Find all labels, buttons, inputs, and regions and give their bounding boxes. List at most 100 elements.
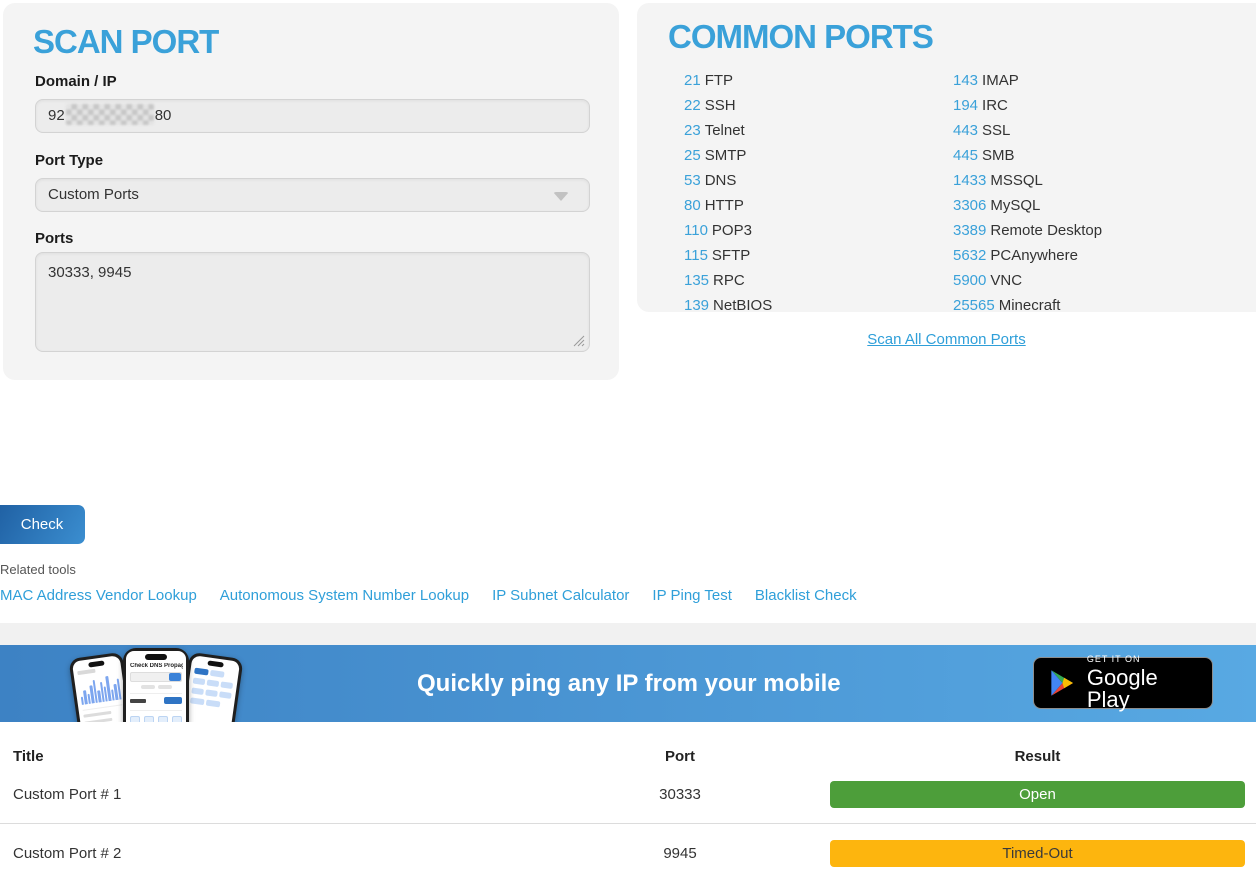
- port-number-link[interactable]: 5900: [953, 272, 986, 289]
- common-ports-list: 21FTP 22SSH 23Telnet 25SMTP 53DNS: [684, 68, 1253, 318]
- banner-headline: Quickly ping any IP from your mobile: [417, 670, 841, 698]
- port-type-selected-value: Custom Ports: [48, 186, 139, 203]
- common-port-item: 1433MSSQL: [953, 168, 1253, 193]
- result-port-cell: 30333: [530, 786, 830, 803]
- common-ports-panel: COMMON PORTS 21FTP 22SSH 23Telnet 25SMTP: [637, 3, 1256, 312]
- port-number-link[interactable]: 139: [684, 297, 709, 314]
- port-name: RPC: [713, 272, 745, 289]
- common-port-item: 5900VNC: [953, 268, 1253, 293]
- google-play-icon: [1048, 668, 1076, 698]
- common-port-item: 115SFTP: [684, 243, 953, 268]
- resize-handle-icon[interactable]: [573, 335, 585, 347]
- domain-ip-input[interactable]: 92 80: [35, 99, 590, 133]
- common-port-item: 3389Remote Desktop: [953, 218, 1253, 243]
- results-table: Title Port Result Custom Port # 1 30333 …: [0, 722, 1256, 882]
- related-tool-link[interactable]: MAC Address Vendor Lookup: [0, 587, 197, 604]
- header-port: Port: [530, 748, 830, 765]
- table-row: Custom Port # 1 30333 Open: [0, 765, 1256, 823]
- result-title-cell: Custom Port # 2: [0, 845, 530, 862]
- common-ports-title: COMMON PORTS: [668, 18, 933, 56]
- common-port-item: 143IMAP: [953, 68, 1253, 93]
- port-number-link[interactable]: 445: [953, 147, 978, 164]
- port-number-link[interactable]: 25565: [953, 297, 995, 314]
- ports-textarea[interactable]: 30333, 9945: [35, 252, 590, 352]
- common-port-item: 3306MySQL: [953, 193, 1253, 218]
- port-number-link[interactable]: 80: [684, 197, 701, 214]
- phone-mockup-center: Check DNS Propagation: [123, 648, 189, 722]
- port-number-link[interactable]: 1433: [953, 172, 986, 189]
- domain-value-suffix: 80: [155, 107, 172, 124]
- port-number-link[interactable]: 194: [953, 97, 978, 114]
- port-name: IMAP: [982, 72, 1019, 89]
- google-play-badge-bottom-text: Google Play: [1087, 667, 1198, 711]
- mini-search-field: [130, 672, 182, 682]
- port-name: Remote Desktop: [990, 222, 1102, 239]
- port-name: SSH: [705, 97, 736, 114]
- redacted-ip-segment: [66, 104, 154, 125]
- port-number-link[interactable]: 23: [684, 122, 701, 139]
- port-type-label: Port Type: [35, 152, 103, 169]
- section-divider-strip: [0, 623, 1256, 645]
- related-tools-label: Related tools: [0, 562, 76, 577]
- port-name: MySQL: [990, 197, 1040, 214]
- port-number-link[interactable]: 5632: [953, 247, 986, 264]
- related-tool-link[interactable]: IP Subnet Calculator: [492, 587, 629, 604]
- port-name: IRC: [982, 97, 1008, 114]
- scan-all-common-ports-link[interactable]: Scan All Common Ports: [867, 331, 1025, 348]
- port-name: SFTP: [712, 247, 750, 264]
- mini-form: [190, 668, 235, 709]
- common-port-item: 443SSL: [953, 118, 1253, 143]
- scan-all-wrapper: Scan All Common Ports: [637, 331, 1256, 349]
- port-number-link[interactable]: 135: [684, 272, 709, 289]
- domain-ip-label: Domain / IP: [35, 73, 117, 90]
- port-type-select[interactable]: Custom Ports: [35, 178, 590, 212]
- port-number-link[interactable]: 3306: [953, 197, 986, 214]
- common-port-item: 194IRC: [953, 93, 1253, 118]
- related-tools-nav: MAC Address Vendor Lookup Autonomous Sys…: [0, 587, 857, 604]
- google-play-badge-top-text: GET IT ON: [1087, 655, 1198, 664]
- port-name: PCAnywhere: [990, 247, 1078, 264]
- port-number-link[interactable]: 53: [684, 172, 701, 189]
- check-button[interactable]: Check: [0, 505, 85, 544]
- common-port-item: 135RPC: [684, 268, 953, 293]
- ports-value: 30333, 9945: [48, 264, 131, 281]
- port-number-link[interactable]: 143: [953, 72, 978, 89]
- header-title: Title: [0, 748, 530, 765]
- common-port-item: 25565Minecraft: [953, 293, 1253, 318]
- related-tool-link[interactable]: Blacklist Check: [755, 587, 857, 604]
- result-badge-cell: Timed-Out: [830, 840, 1256, 867]
- ports-label: Ports: [35, 230, 73, 247]
- result-badge-cell: Open: [830, 781, 1256, 808]
- port-number-link[interactable]: 21: [684, 72, 701, 89]
- status-badge: Timed-Out: [830, 840, 1245, 867]
- port-number-link[interactable]: 25: [684, 147, 701, 164]
- results-table-header: Title Port Result: [0, 722, 1256, 765]
- phone-mockups-image: Check DNS Propagation: [66, 645, 251, 722]
- common-port-item: 80HTTP: [684, 193, 953, 218]
- port-name: Minecraft: [999, 297, 1061, 314]
- common-port-item: 25SMTP: [684, 143, 953, 168]
- phone-screen-title: Check DNS Propagation: [130, 663, 183, 669]
- port-name: VNC: [990, 272, 1022, 289]
- port-number-link[interactable]: 115: [684, 247, 708, 264]
- port-number-link[interactable]: 3389: [953, 222, 986, 239]
- common-port-item: 110POP3: [684, 218, 953, 243]
- result-title-cell: Custom Port # 1: [0, 786, 530, 803]
- table-row: Custom Port # 2 9945 Timed-Out: [0, 823, 1256, 882]
- domain-value-prefix: 92: [48, 107, 65, 124]
- phone-notch: [145, 654, 167, 660]
- port-name: SMTP: [705, 147, 747, 164]
- status-badge: Open: [830, 781, 1245, 808]
- phone-screen: Check DNS Propagation: [126, 651, 186, 722]
- common-port-item: 139NetBIOS: [684, 293, 953, 318]
- port-number-link[interactable]: 110: [684, 222, 708, 239]
- port-number-link[interactable]: 22: [684, 97, 701, 114]
- port-number-link[interactable]: 443: [953, 122, 978, 139]
- related-tool-link[interactable]: IP Ping Test: [652, 587, 732, 604]
- common-port-item: 22SSH: [684, 93, 953, 118]
- phone-notch: [207, 660, 224, 667]
- related-tool-link[interactable]: Autonomous System Number Lookup: [220, 587, 469, 604]
- scan-port-panel: SCAN PORT Domain / IP 9280 Port Type Cus…: [3, 3, 619, 380]
- google-play-badge[interactable]: GET IT ON Google Play: [1033, 657, 1213, 709]
- port-name: FTP: [705, 72, 733, 89]
